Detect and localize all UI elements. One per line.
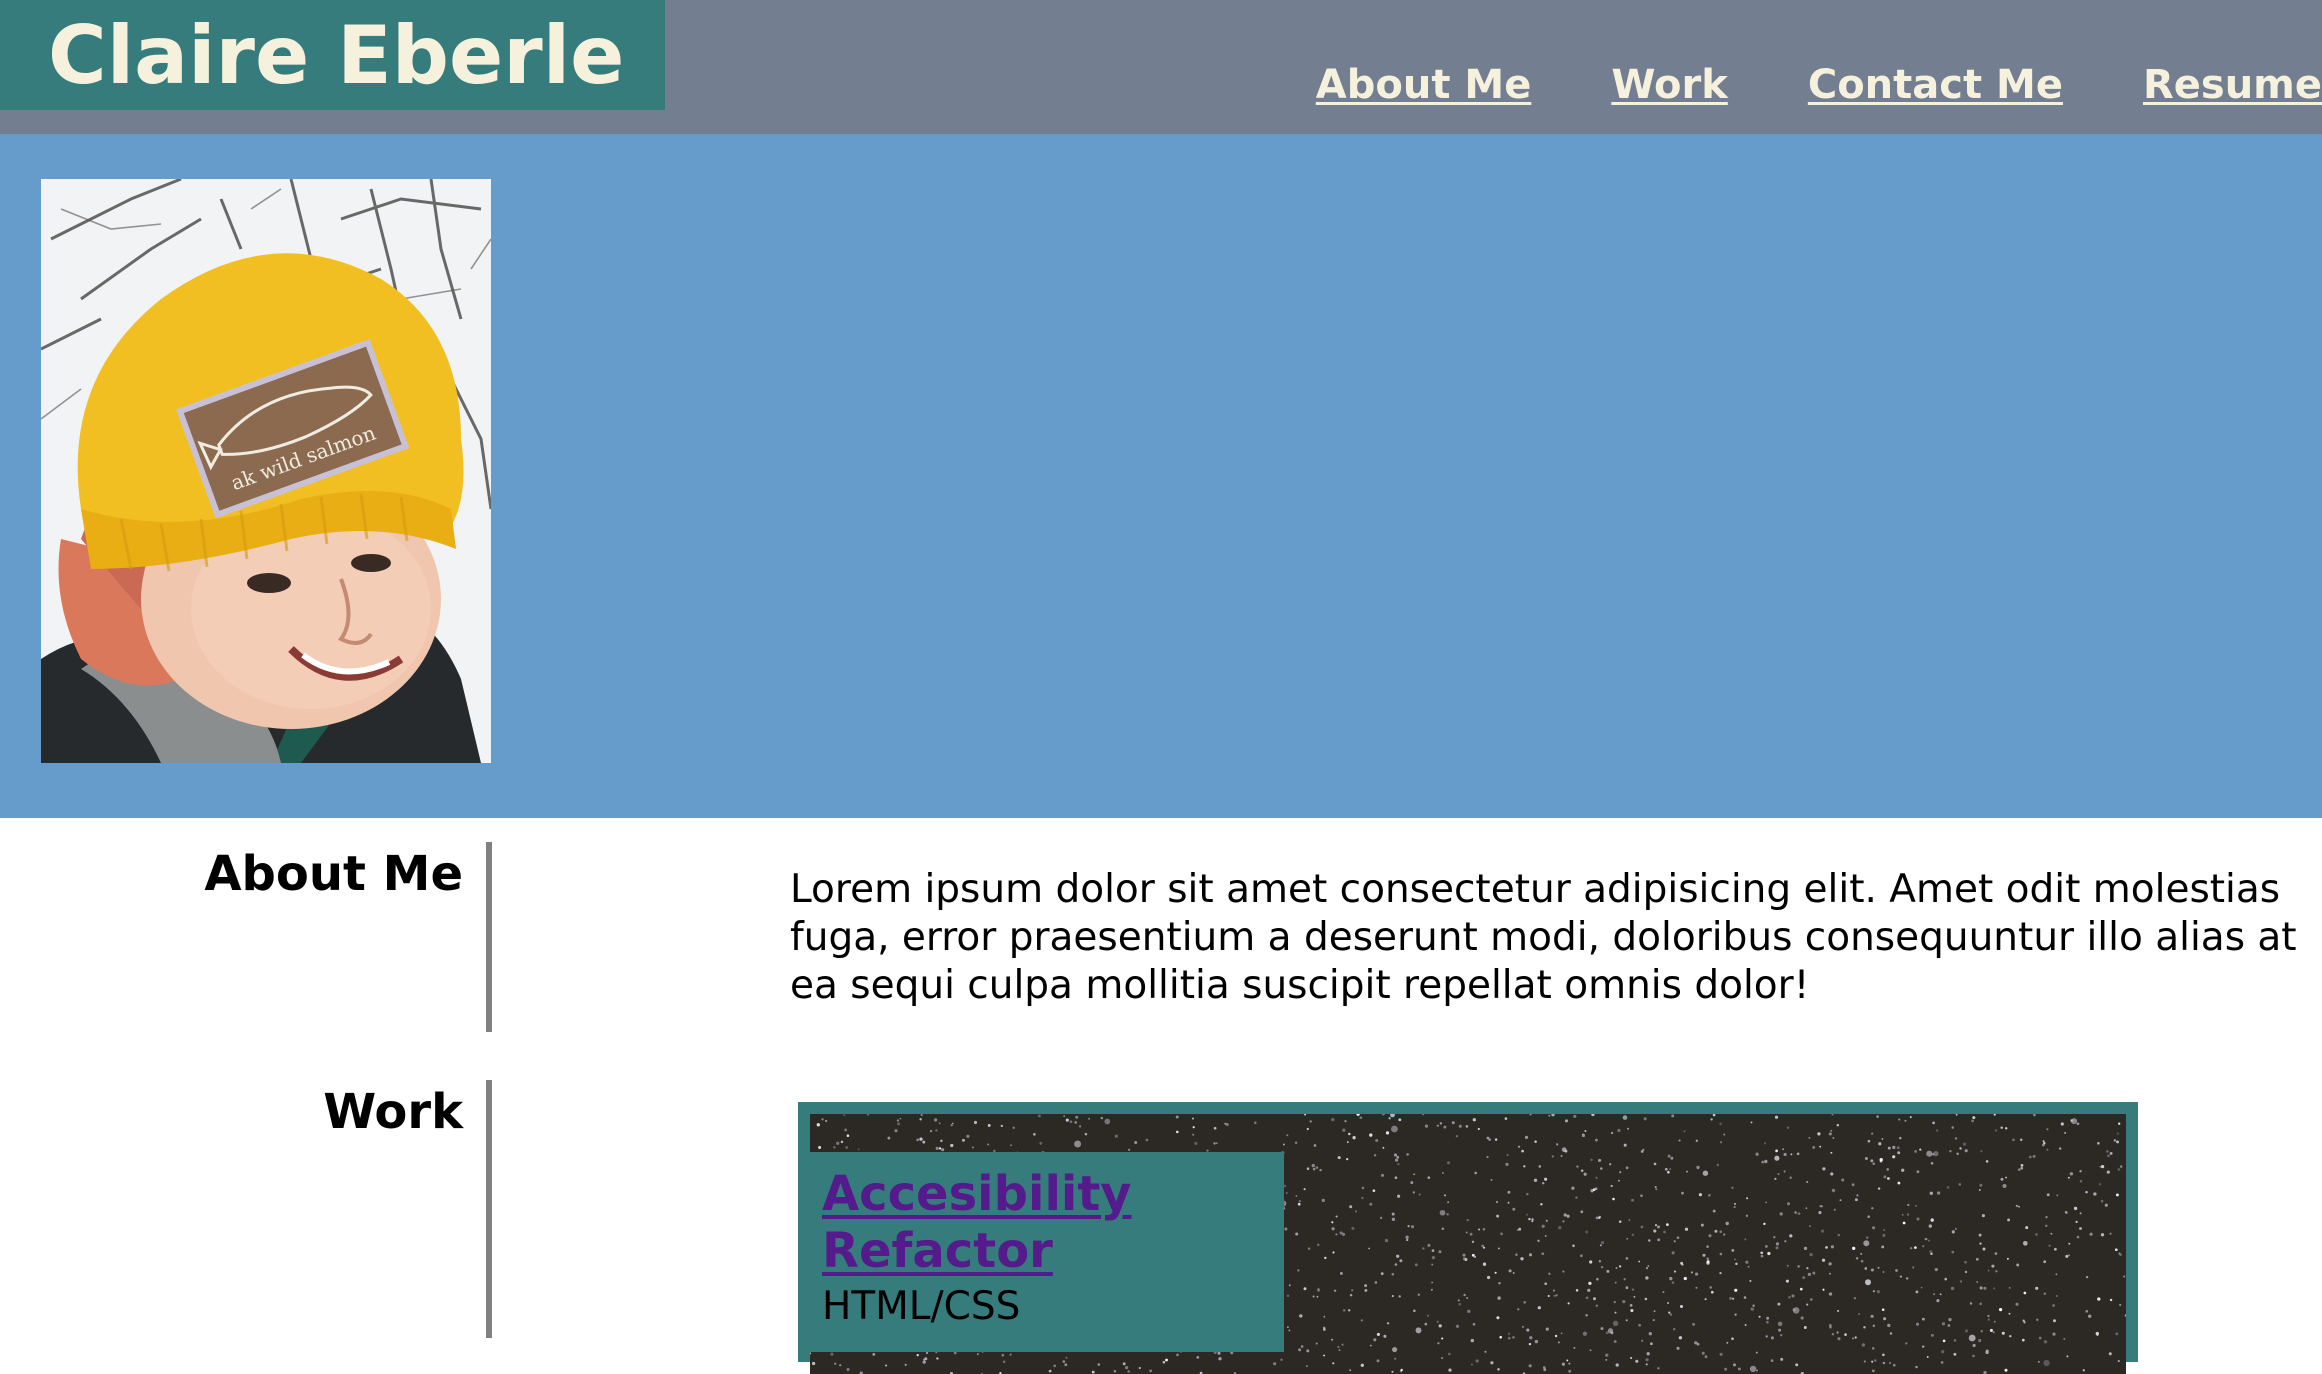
project-title-link[interactable]: Accesibility Refactor [822, 1166, 1284, 1280]
nav-link-work[interactable]: Work [1611, 62, 1728, 108]
hero-banner: ak wild salmon [0, 134, 2322, 818]
project-label: Accesibility Refactor HTML/CSS [798, 1152, 1284, 1352]
about-section-title: About Me [204, 846, 463, 902]
about-section-divider [486, 842, 492, 1032]
work-section-divider [486, 1080, 492, 1338]
nav-link-about-me[interactable]: About Me [1316, 62, 1532, 108]
nav-link-contact-me[interactable]: Contact Me [1808, 62, 2063, 108]
profile-photo: ak wild salmon [41, 179, 491, 763]
site-header: Claire Eberle About Me Work Contact Me R… [0, 0, 2322, 134]
nav-link-resume[interactable]: Resume [2143, 62, 2322, 108]
about-paragraph: Lorem ipsum dolor sit amet consectetur a… [790, 867, 2297, 1008]
work-section-title: Work [323, 1084, 463, 1140]
main-nav: About Me Work Contact Me Resume [1316, 60, 2322, 110]
project-tech: HTML/CSS [822, 1284, 1021, 1329]
site-title: Claire Eberle [0, 0, 665, 110]
